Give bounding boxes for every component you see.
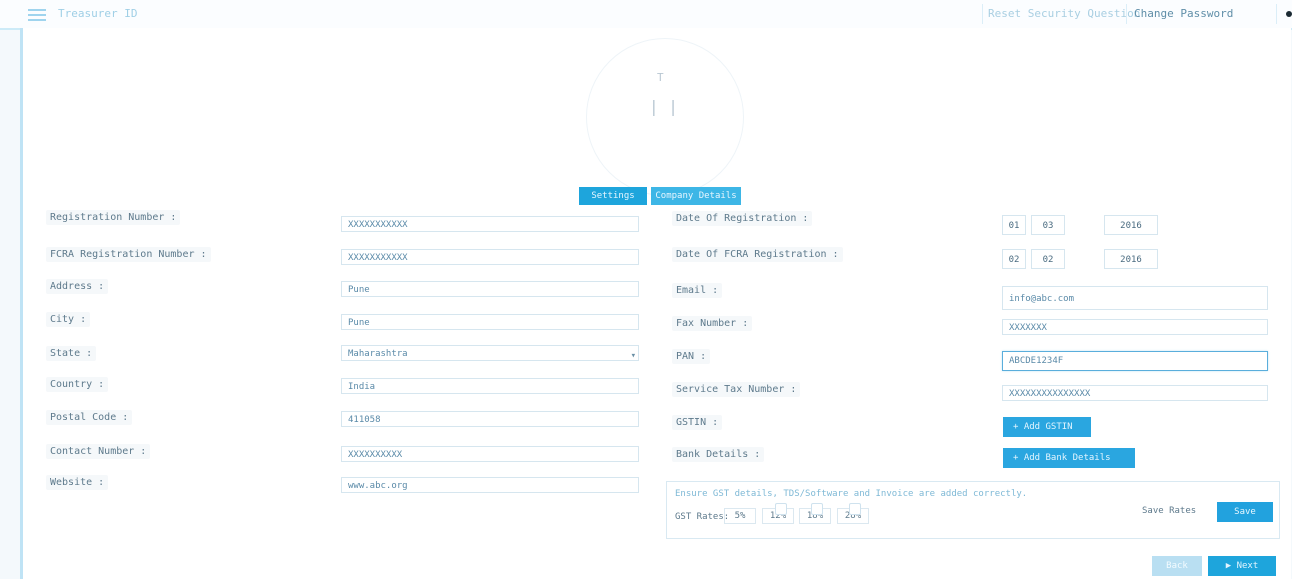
date-of-fcra-registration-label: Date Of FCRA Registration :	[672, 247, 843, 262]
add-bank-details-button[interactable]: + Add Bank Details	[1003, 448, 1135, 468]
registration-day-input[interactable]: 01	[1002, 215, 1026, 235]
add-gstin-button[interactable]: + Add GSTIN	[1003, 417, 1091, 437]
email-label: Email :	[672, 283, 723, 298]
tab-settings[interactable]: Settings	[579, 187, 647, 205]
rate-checkbox[interactable]	[811, 503, 823, 515]
bank-details-label: Bank Details :	[672, 447, 765, 462]
tab-company-details[interactable]: Company Details	[651, 187, 741, 205]
state-label: State :	[46, 346, 97, 361]
chevron-down-icon: ▾	[630, 351, 636, 361]
save-rates-note: Save Rates	[1142, 506, 1197, 516]
separator	[1276, 4, 1277, 24]
change-password-link[interactable]: Change Password	[1134, 7, 1233, 20]
contact-number-input[interactable]: XXXXXXXXXX	[341, 446, 639, 462]
logo-body: | |	[649, 97, 678, 116]
fax-number-input[interactable]: XXXXXXX	[1002, 319, 1268, 335]
gst-rate-5[interactable]: 5%	[724, 508, 756, 524]
registration-number-input[interactable]: XXXXXXXXXXX	[341, 216, 639, 232]
hamburger-menu-icon[interactable]	[28, 9, 46, 21]
separator	[982, 4, 983, 24]
city-label: City :	[46, 312, 91, 327]
bank-details-panel: Ensure GST details, TDS/Software and Inv…	[666, 481, 1280, 539]
fax-number-label: Fax Number :	[672, 316, 753, 331]
service-tax-label: Service Tax Number :	[672, 382, 801, 397]
address-input[interactable]: Pune	[341, 281, 639, 297]
website-label: Website :	[46, 475, 109, 490]
gstin-label: GSTIN :	[672, 415, 723, 430]
country-input[interactable]: India	[341, 378, 639, 394]
registration-year-input[interactable]: 2016	[1104, 215, 1158, 235]
company-logo[interactable]: T | |	[586, 38, 744, 196]
rate-checkbox[interactable]	[775, 503, 787, 515]
city-input[interactable]: Pune	[341, 314, 639, 330]
pan-label: PAN :	[672, 349, 711, 364]
state-select[interactable]: Maharashtra ▾	[341, 345, 639, 361]
fcra-day-input[interactable]: 02	[1002, 249, 1026, 269]
service-tax-input[interactable]: XXXXXXXXXXXXXXX	[1002, 385, 1268, 401]
app-title: Treasurer ID	[58, 7, 138, 20]
registration-month-input[interactable]: 03	[1031, 215, 1065, 235]
email-input[interactable]: info@abc.com	[1002, 286, 1268, 310]
reset-security-link[interactable]: Reset Security Question	[988, 7, 1140, 20]
fcra-year-input[interactable]: 2016	[1104, 249, 1158, 269]
pan-input[interactable]: ABCDE1234F	[1002, 351, 1268, 371]
date-of-registration-label: Date Of Registration :	[672, 211, 813, 226]
contact-number-label: Contact Number :	[46, 444, 151, 459]
rate-checkbox[interactable]	[849, 503, 861, 515]
separator	[1126, 4, 1127, 24]
fcra-registration-label: FCRA Registration Number :	[46, 247, 211, 262]
back-button[interactable]: Back	[1152, 556, 1202, 576]
save-rates-button[interactable]: Save	[1217, 502, 1273, 522]
gst-rates-label: GST Rates:	[675, 512, 730, 522]
website-input[interactable]: www.abc.org	[341, 477, 639, 493]
top-bar: Treasurer ID Reset Security Question Cha…	[0, 0, 1292, 30]
registration-number-label: Registration Number :	[46, 210, 181, 225]
next-button[interactable]: ▶ Next	[1208, 556, 1276, 576]
postal-code-label: Postal Code :	[46, 410, 133, 425]
logo-mark: T	[657, 71, 664, 84]
more-dot-icon[interactable]	[1286, 11, 1292, 17]
bank-note: Ensure GST details, TDS/Software and Inv…	[675, 489, 1028, 499]
postal-code-input[interactable]: 411058	[341, 411, 639, 427]
country-label: Country :	[46, 377, 109, 392]
address-label: Address :	[46, 279, 109, 294]
state-select-value: Maharashtra	[348, 349, 408, 359]
fcra-month-input[interactable]: 02	[1031, 249, 1065, 269]
fcra-registration-input[interactable]: XXXXXXXXXXX	[341, 249, 639, 265]
